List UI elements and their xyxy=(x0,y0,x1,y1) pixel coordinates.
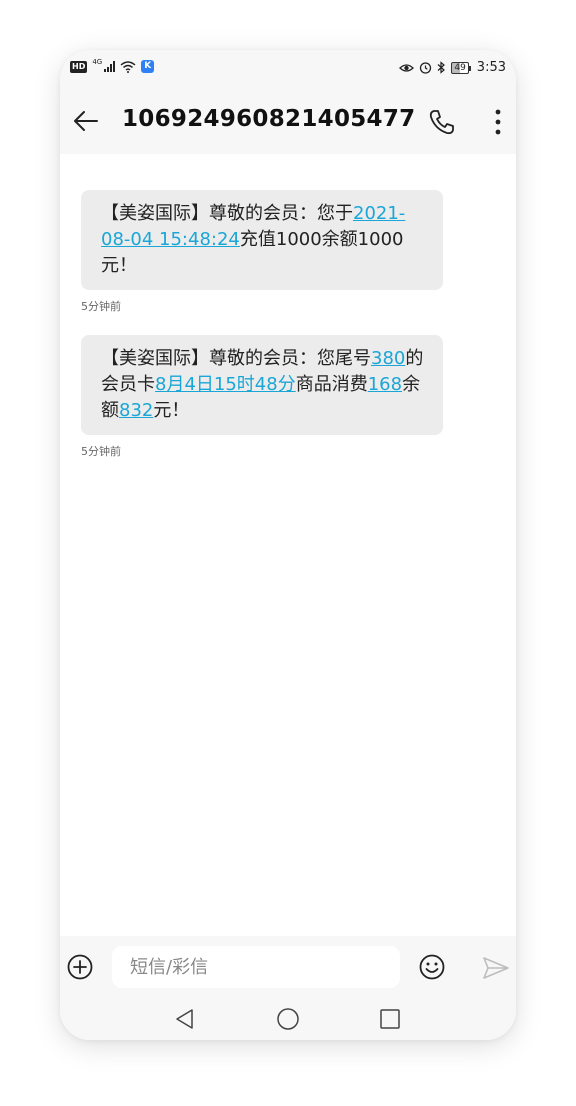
status-left: HD 4G K xyxy=(70,57,155,73)
nav-recent-apps-icon[interactable] xyxy=(379,1008,401,1030)
message-list[interactable]: 【美姿国际】尊敬的会员：您于2021-08-04 15:48:24充值1000余… xyxy=(60,154,516,936)
message-text: 元！ xyxy=(153,400,190,421)
message-bubble[interactable]: 【美姿国际】尊敬的会员：您尾号380的会员卡8月4日15时48分商品消费168余… xyxy=(81,335,443,435)
status-bar: HD 4G K 49 3:53 xyxy=(60,50,516,88)
conversation-header: 106924960821405477 xyxy=(60,88,516,154)
arrow-left-icon[interactable] xyxy=(72,107,100,135)
smiley-icon[interactable] xyxy=(418,953,446,981)
alarm-icon xyxy=(420,62,432,74)
contact-number-title: 106924960821405477 xyxy=(122,106,416,132)
wifi-icon xyxy=(120,61,136,73)
navigation-bar xyxy=(60,996,516,1040)
more-vertical-icon[interactable] xyxy=(488,108,508,136)
compose-bar xyxy=(60,936,516,996)
app-notification-icon: K xyxy=(141,60,155,73)
nav-home-icon[interactable] xyxy=(276,1007,300,1031)
signal-icon xyxy=(104,61,116,72)
status-right: 49 3:53 xyxy=(399,60,506,75)
message-text: 【美姿国际】尊敬的会员：您于 xyxy=(101,203,353,224)
message-input[interactable] xyxy=(112,946,400,988)
nav-back-icon[interactable] xyxy=(174,1008,196,1030)
battery-icon: 49 xyxy=(451,61,472,74)
bluetooth-icon xyxy=(437,61,446,74)
number-link[interactable]: 832 xyxy=(119,400,153,421)
hd-badge: HD xyxy=(70,60,88,73)
phone-frame: HD 4G K 49 3:53 106924960821405477 【美姿国际… xyxy=(60,50,516,1040)
network-type-label: 4G xyxy=(92,57,103,66)
phone-icon[interactable] xyxy=(428,108,456,136)
message-timestamp: 5分钟前 xyxy=(81,445,121,458)
status-time: 3:53 xyxy=(476,60,506,75)
date-link[interactable]: 8月4日15时48分 xyxy=(155,374,296,395)
send-icon[interactable] xyxy=(482,956,510,980)
message-timestamp: 5分钟前 xyxy=(81,300,121,313)
message-text: 【美姿国际】尊敬的会员：您尾号 xyxy=(101,348,371,369)
message-bubble[interactable]: 【美姿国际】尊敬的会员：您于2021-08-04 15:48:24充值1000余… xyxy=(81,190,443,290)
number-link[interactable]: 380 xyxy=(371,348,405,369)
message-text: 商品消费 xyxy=(295,374,368,395)
number-link[interactable]: 168 xyxy=(368,374,402,395)
eye-comfort-icon xyxy=(399,63,415,72)
plus-circle-icon[interactable] xyxy=(66,953,94,981)
